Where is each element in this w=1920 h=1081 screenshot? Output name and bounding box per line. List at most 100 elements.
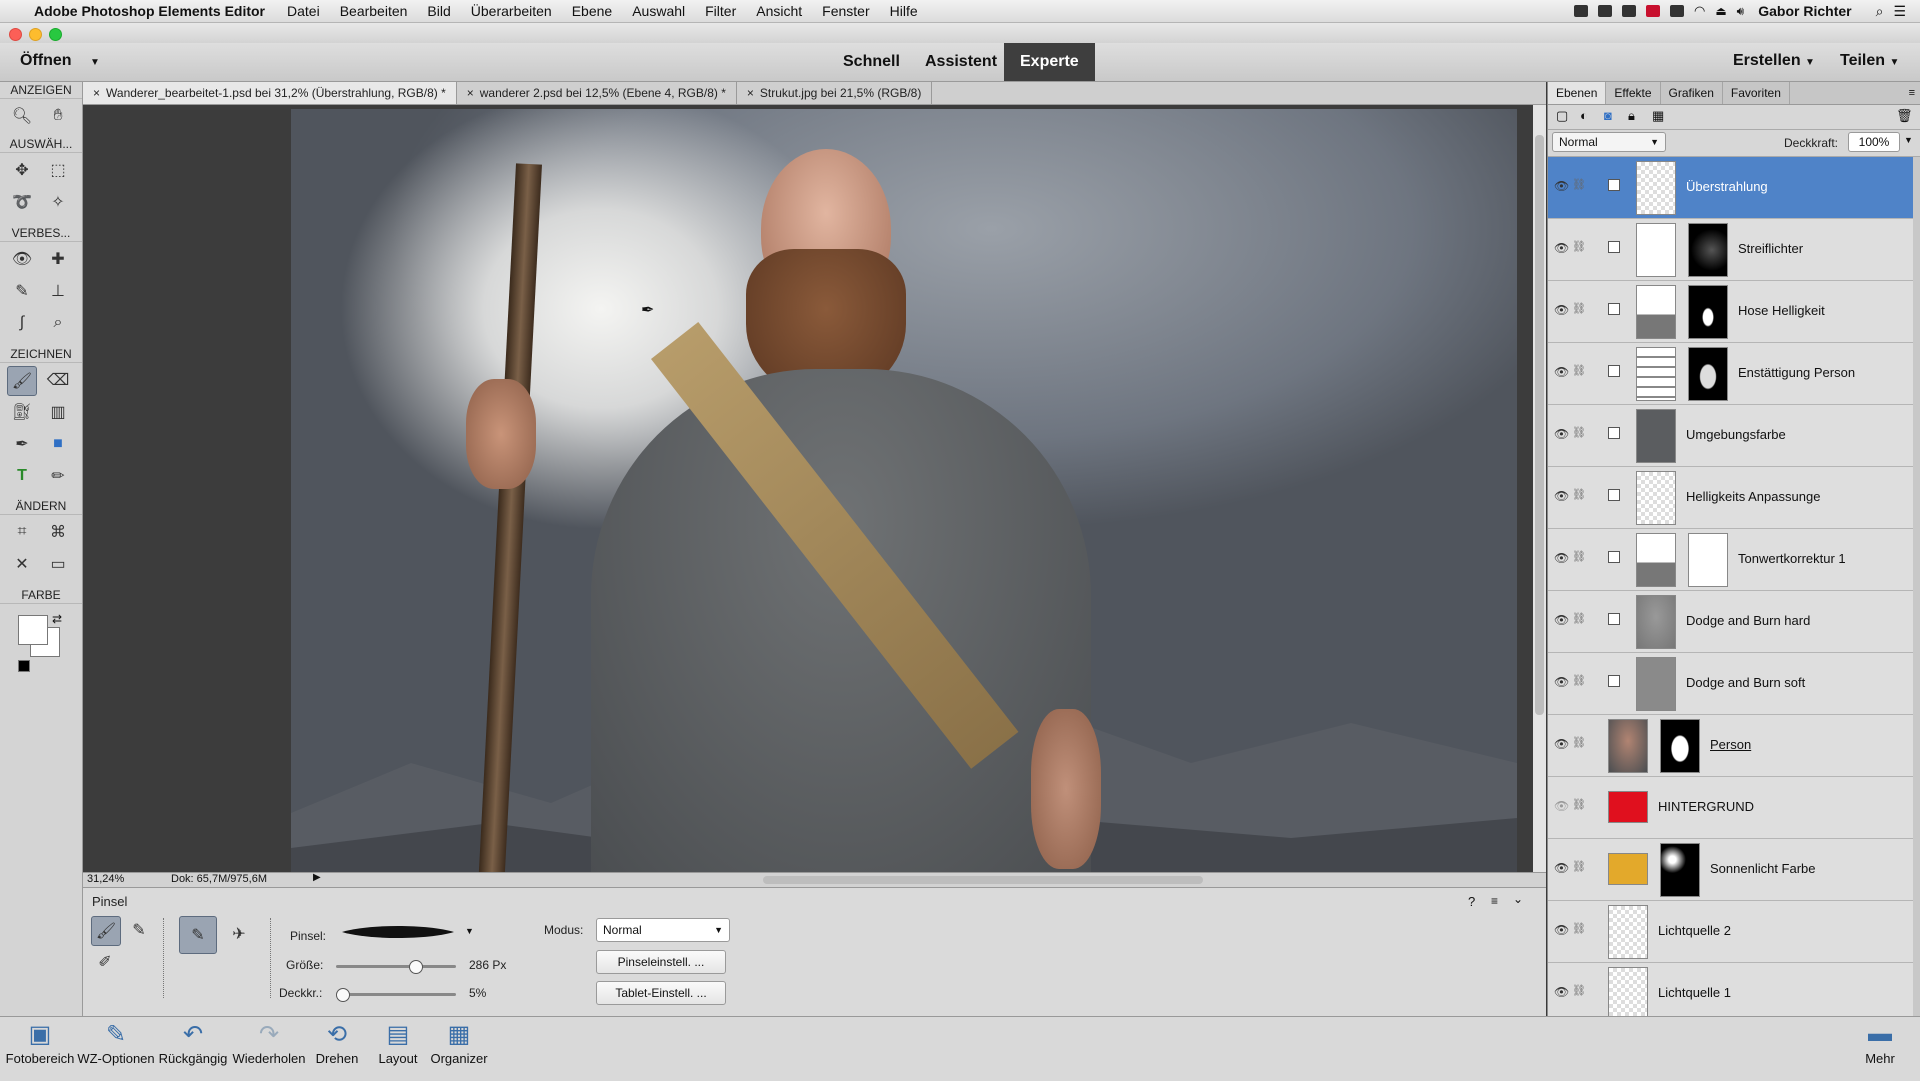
- layer-name[interactable]: Lichtquelle 1: [1658, 985, 1731, 1000]
- layers-scrollbar[interactable]: [1913, 157, 1920, 1016]
- shape-tool-icon[interactable]: ■: [44, 430, 72, 458]
- default-colors-icon[interactable]: [18, 660, 30, 672]
- eject-icon[interactable]: ⏏: [1715, 4, 1726, 18]
- layer-row[interactable]: 👁︎ ⛓︎ Enstättigung Person: [1548, 343, 1913, 405]
- brush-mode-icon[interactable]: 🖌︎: [91, 916, 121, 946]
- clone-stamp-icon[interactable]: ⊥: [44, 277, 72, 305]
- link-icon[interactable]: ⛓︎: [1572, 426, 1586, 439]
- adjustment-layer-icon[interactable]: ◐: [1580, 108, 1588, 123]
- more-button[interactable]: ▬ Mehr: [1840, 1017, 1920, 1066]
- link-icon[interactable]: ⛓︎: [1572, 860, 1586, 873]
- visibility-eye-icon[interactable]: 👁︎: [1554, 675, 1569, 689]
- red-eye-tool-icon[interactable]: 👁︎: [8, 245, 36, 273]
- layer-row[interactable]: 👁︎ ⛓︎ Überstrahlung: [1548, 157, 1913, 219]
- volume-icon[interactable]: 🔊︎: [1737, 4, 1745, 19]
- menu-ebene[interactable]: Ebene: [572, 3, 612, 19]
- link-icon[interactable]: ⛓︎: [1572, 364, 1586, 377]
- menu-ansicht[interactable]: Ansicht: [756, 3, 802, 19]
- crop-tool-icon[interactable]: ⌗: [8, 518, 36, 546]
- layer-row[interactable]: 👁︎ ⛓︎ Hose Helligkeit: [1548, 281, 1913, 343]
- gradient-tool-icon[interactable]: ▥: [44, 398, 72, 426]
- undo-button[interactable]: ↶ Rückgängig: [153, 1017, 233, 1067]
- layer-row[interactable]: 👁︎ ⛓︎ Streiflichter: [1548, 219, 1913, 281]
- doc-tab[interactable]: × wanderer 2.psd bei 12,5% (Ebene 4, RGB/…: [457, 82, 737, 104]
- smart-brush-icon[interactable]: ✎: [8, 277, 36, 305]
- brush-preset-picker[interactable]: [338, 920, 458, 942]
- chevron-down-icon[interactable]: ▼: [1904, 135, 1913, 145]
- status-menu-arrow-icon[interactable]: ▶: [313, 872, 321, 883]
- options-menu-icon[interactable]: ≡: [1491, 894, 1498, 908]
- help-icon[interactable]: ?: [1468, 894, 1475, 909]
- link-icon[interactable]: ⛓︎: [1572, 488, 1586, 501]
- size-value[interactable]: 286 Px: [469, 958, 506, 972]
- layer-row[interactable]: 👁︎ ⛓︎ Sonnenlicht Farbe: [1548, 839, 1913, 901]
- status-icon[interactable]: [1621, 5, 1636, 17]
- layer-name[interactable]: Umgebungsfarbe: [1686, 427, 1786, 442]
- create-button[interactable]: Erstellen ▼: [1733, 52, 1815, 70]
- user-name[interactable]: Gabor Richter: [1758, 3, 1851, 19]
- close-window-icon[interactable]: [9, 28, 22, 41]
- lock-icon[interactable]: 🔒︎: [1628, 108, 1635, 124]
- mode-expert[interactable]: Experte: [1004, 43, 1095, 81]
- paint-bucket-icon[interactable]: ⛽︎: [8, 398, 36, 426]
- healing-brush-icon[interactable]: ✚: [44, 245, 72, 273]
- layer-row[interactable]: 👁︎ ⛓︎ HINTERGRUND: [1548, 777, 1913, 839]
- new-layer-icon[interactable]: ▢: [1556, 108, 1568, 124]
- visibility-eye-icon[interactable]: 👁︎: [1554, 365, 1569, 379]
- size-slider[interactable]: [336, 960, 456, 974]
- visibility-eye-icon[interactable]: 👁︎: [1554, 861, 1569, 875]
- visibility-eye-icon[interactable]: 👁︎: [1554, 427, 1569, 441]
- status-icon[interactable]: [1645, 5, 1660, 17]
- blend-mode-select[interactable]: Normal ▼: [596, 918, 730, 942]
- link-icon[interactable]: ⛓︎: [1572, 240, 1586, 253]
- layer-name[interactable]: Enstättigung Person: [1738, 365, 1855, 380]
- layer-name[interactable]: Helligkeits Anpassunge: [1686, 489, 1820, 504]
- tablet-settings-button[interactable]: Tablet-Einstell. ...: [596, 981, 726, 1005]
- close-icon[interactable]: ×: [747, 86, 754, 100]
- swap-colors-icon[interactable]: ⇄: [52, 612, 62, 626]
- link-icon[interactable]: ⛓︎: [1572, 984, 1586, 997]
- visibility-eye-icon[interactable]: 👁︎: [1554, 303, 1569, 317]
- menu-auswahl[interactable]: Auswahl: [632, 3, 685, 19]
- doc-tab[interactable]: × Strukut.jpg bei 21,5% (RGB/8): [737, 82, 933, 104]
- tool-options-button[interactable]: ✎ WZ-Optionen: [76, 1017, 156, 1067]
- tab-graphics[interactable]: Grafiken: [1661, 82, 1723, 104]
- visibility-eye-icon[interactable]: 👁︎: [1554, 985, 1569, 999]
- layer-name[interactable]: Lichtquelle 2: [1658, 923, 1731, 938]
- straighten-tool-icon[interactable]: ▭: [44, 550, 72, 578]
- foreground-color-swatch[interactable]: [18, 615, 48, 645]
- link-icon[interactable]: ⛓︎: [1572, 736, 1586, 749]
- menu-bild[interactable]: Bild: [427, 3, 450, 19]
- layer-mask-icon[interactable]: ◙: [1604, 108, 1612, 123]
- layer-blend-mode-select[interactable]: Normal ▼: [1552, 132, 1666, 152]
- document-image[interactable]: [291, 109, 1517, 873]
- link-icon[interactable]: ⛓︎: [1572, 922, 1586, 935]
- color-replacement-icon[interactable]: ✐: [91, 948, 119, 976]
- panel-menu-icon[interactable]: ≡: [1909, 82, 1920, 104]
- trash-icon[interactable]: 🗑︎: [1896, 108, 1913, 124]
- content-aware-move-icon[interactable]: ✕: [8, 550, 36, 578]
- impressionist-brush-icon[interactable]: ✎: [125, 916, 153, 944]
- layer-name[interactable]: HINTERGRUND: [1658, 799, 1754, 814]
- wifi-icon[interactable]: ◠: [1694, 3, 1705, 19]
- canvas-horizontal-scrollbar[interactable]: [763, 876, 1203, 884]
- layer-opacity-field[interactable]: 100%: [1848, 132, 1900, 152]
- pencil-tool-icon[interactable]: ✏︎: [44, 462, 72, 490]
- layer-name[interactable]: Person: [1710, 737, 1751, 752]
- layer-row[interactable]: 👁︎ ⛓︎ Helligkeits Anpassunge: [1548, 467, 1913, 529]
- tab-favorites[interactable]: Favoriten: [1723, 82, 1790, 104]
- tab-effects[interactable]: Effekte: [1606, 82, 1661, 104]
- photo-bin-button[interactable]: ▣ Fotobereich: [0, 1017, 80, 1067]
- layer-name[interactable]: Hose Helligkeit: [1738, 303, 1825, 318]
- opacity-slider-knob[interactable]: [336, 988, 350, 1002]
- canvas-vertical-scrollbar[interactable]: [1533, 105, 1546, 873]
- zoom-tool-icon[interactable]: 🔍︎: [8, 102, 36, 130]
- layer-row[interactable]: 👁︎ ⛓︎ Person: [1548, 715, 1913, 777]
- visibility-eye-icon[interactable]: 👁︎: [1554, 179, 1569, 193]
- visibility-eye-icon[interactable]: 👁︎: [1554, 489, 1569, 503]
- layer-name[interactable]: Streiflichter: [1738, 241, 1803, 256]
- lock-transparency-icon[interactable]: ▦: [1652, 108, 1664, 124]
- visibility-eye-icon[interactable]: 👁︎: [1554, 241, 1569, 255]
- airbrush-icon[interactable]: ✈︎: [225, 920, 253, 948]
- sponge-tool-icon[interactable]: ∫: [8, 309, 36, 337]
